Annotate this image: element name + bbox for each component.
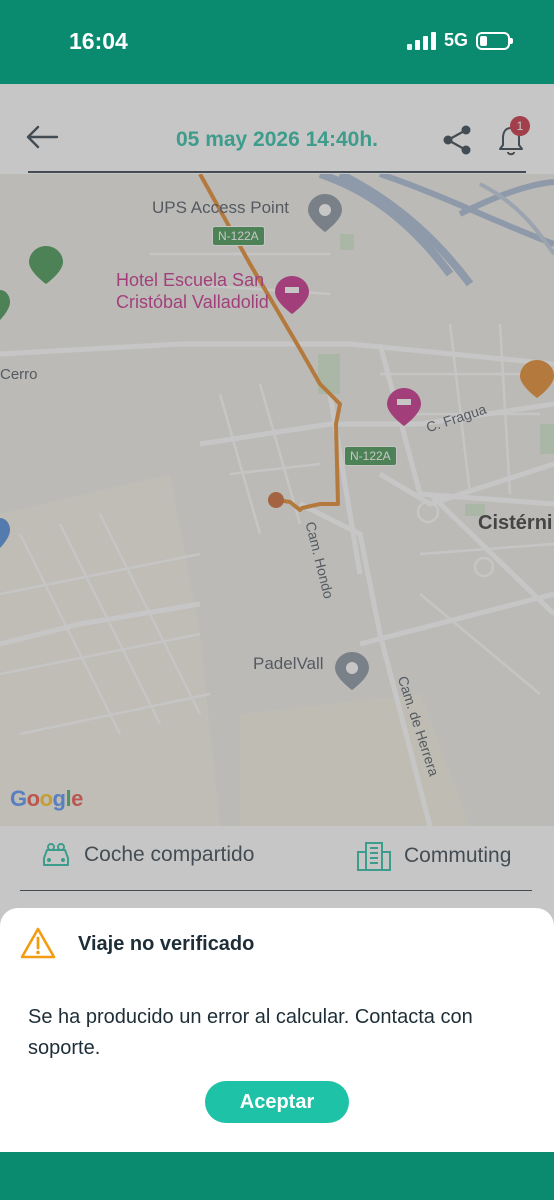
status-time: 16:04 (69, 28, 128, 54)
warning-icon (20, 927, 56, 959)
signal-icon (406, 31, 436, 50)
dialog-message: Se ha producido un error al calcular. Co… (28, 1006, 473, 1059)
battery-icon (476, 31, 513, 50)
network-label: 5G (443, 30, 468, 50)
accept-button[interactable]: Aceptar (205, 1081, 349, 1123)
error-dialog: Viaje no verificado Se ha producido un e… (0, 908, 554, 1152)
status-bar: 16:04 5G (0, 0, 554, 84)
status-indicators: 5G (406, 30, 513, 51)
bottom-bar (0, 1152, 554, 1200)
dialog-title: Viaje no verificado (78, 933, 255, 955)
